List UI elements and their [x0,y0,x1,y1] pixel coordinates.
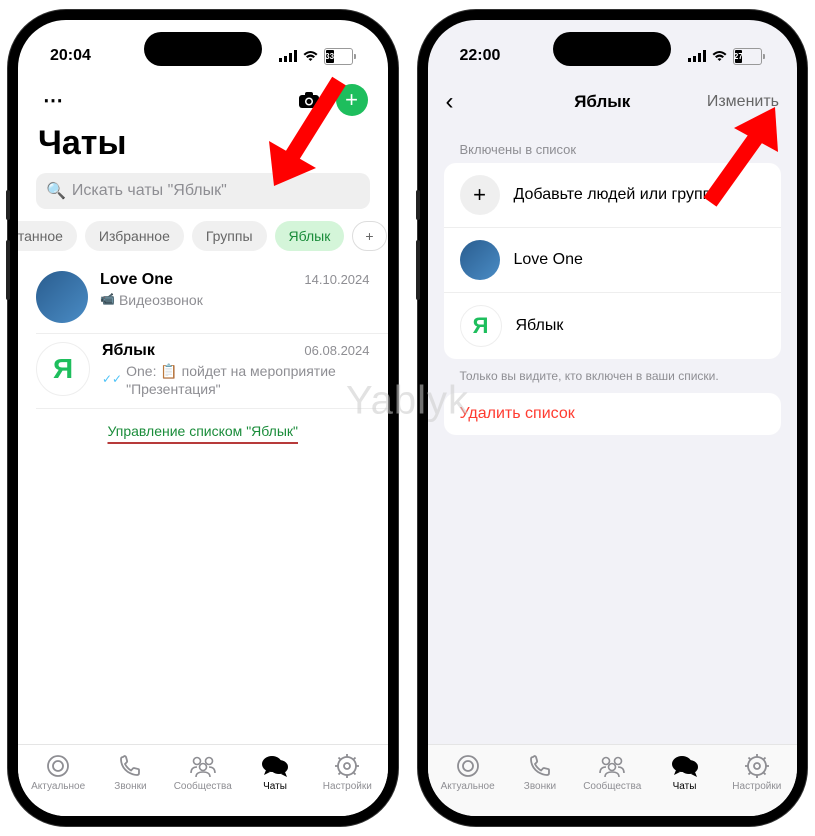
more-menu-button[interactable]: ⋯ [38,85,68,115]
tab-label: Актуальное [441,781,495,792]
row-label: Яблык [516,317,564,335]
privacy-hint: Только вы видите, кто включен в ваши спи… [428,359,798,393]
tab-label: Актуальное [31,781,85,792]
search-placeholder: Искать чаты "Яблык" [72,182,227,200]
tab-bar: Актуальное Звонки Сообщества Чаты Настройки [18,744,388,816]
chip-yablyk[interactable]: Яблык [275,221,345,251]
filter-chips: итанное Избранное Группы Яблык + [18,209,388,263]
chats-icon [671,753,699,779]
phone-frame-left: 20:04 33 ⋯ + Чаты 🔍 Искать чаты "Яблык" … [8,10,398,826]
chat-row[interactable]: Love One 14.10.2024 📹Видеозвонок [36,263,388,334]
row-label: Love One [514,251,583,269]
wifi-icon [711,50,728,62]
battery-icon: 27 [733,48,765,65]
chat-date: 06.08.2024 [304,343,369,358]
tab-chats[interactable]: Чаты [650,753,720,792]
calls-icon [117,753,143,779]
updates-icon [455,753,481,779]
camera-button[interactable] [294,85,324,115]
communities-icon [188,753,218,779]
status-time: 22:00 [460,47,501,65]
phone-frame-right: 22:00 27 ‹ Яблык Изменить Включены в спи… [418,10,808,826]
page-title: Яблык [574,92,630,112]
manage-list-link[interactable]: Управление списком "Яблык" [18,409,388,453]
search-input[interactable]: 🔍 Искать чаты "Яблык" [36,173,370,209]
tab-label: Звонки [524,781,556,792]
tab-label: Чаты [673,781,697,792]
updates-icon [45,753,71,779]
chip-groups[interactable]: Группы [192,221,267,251]
tab-communities[interactable]: Сообщества [168,753,238,792]
tab-label: Чаты [263,781,287,792]
chat-row[interactable]: Я Яблык 06.08.2024 ✓✓One: 📋 пойдет на ме… [36,334,388,409]
avatar [460,240,500,280]
tab-communities[interactable]: Сообщества [577,753,647,792]
tab-calls[interactable]: Звонки [505,753,575,792]
chat-preview: Видеозвонок [119,291,203,309]
avatar: Я [36,342,90,396]
chip-unread[interactable]: итанное [18,221,77,251]
member-row[interactable]: Я Яблык [444,293,782,359]
communities-icon [597,753,627,779]
tab-updates[interactable]: Актуальное [23,753,93,792]
tab-calls[interactable]: Звонки [95,753,165,792]
search-icon: 🔍 [46,181,66,201]
status-time: 20:04 [50,47,91,65]
tab-settings[interactable]: Настройки [312,753,382,792]
row-label: Добавьте людей или группы [514,186,723,204]
chat-name: Love One [100,271,173,289]
member-row[interactable]: Love One [444,228,782,293]
edit-button[interactable]: Изменить [699,93,779,111]
tab-bar: Актуальное Звонки Сообщества Чаты Настройки [428,744,798,816]
dynamic-island [553,32,671,66]
avatar [36,271,88,323]
signal-icon [279,50,297,62]
tab-settings[interactable]: Настройки [722,753,792,792]
new-chat-button[interactable]: + [336,84,368,116]
tab-chats[interactable]: Чаты [240,753,310,792]
signal-icon [688,50,706,62]
chip-favorites[interactable]: Избранное [85,221,184,251]
chat-date: 14.10.2024 [304,272,369,287]
plus-icon: + [460,175,500,215]
videocall-icon: 📹 [100,292,115,308]
chats-icon [261,753,289,779]
back-button[interactable]: ‹ [446,88,506,116]
section-header: Включены в список [428,126,798,163]
battery-icon: 33 [324,48,356,65]
chat-preview: One: 📋 пойдет на мероприятие "Презентаци… [126,362,369,398]
chip-add[interactable]: + [352,221,386,251]
read-checks-icon: ✓✓ [102,372,122,388]
delete-list-button[interactable]: Удалить список [444,393,782,435]
wifi-icon [302,50,319,62]
watermark-text: Yablyk [346,379,469,424]
page-title: Чаты [18,116,388,173]
tab-label: Сообщества [174,781,232,792]
tab-label: Настройки [732,781,781,792]
add-people-row[interactable]: + Добавьте людей или группы [444,163,782,228]
settings-icon [334,753,360,779]
tab-label: Звонки [114,781,146,792]
chat-name: Яблык [102,342,155,360]
dynamic-island [144,32,262,66]
tab-label: Настройки [323,781,372,792]
tab-label: Сообщества [583,781,641,792]
calls-icon [527,753,553,779]
avatar: Я [460,305,502,347]
settings-icon [744,753,770,779]
tab-updates[interactable]: Актуальное [433,753,503,792]
